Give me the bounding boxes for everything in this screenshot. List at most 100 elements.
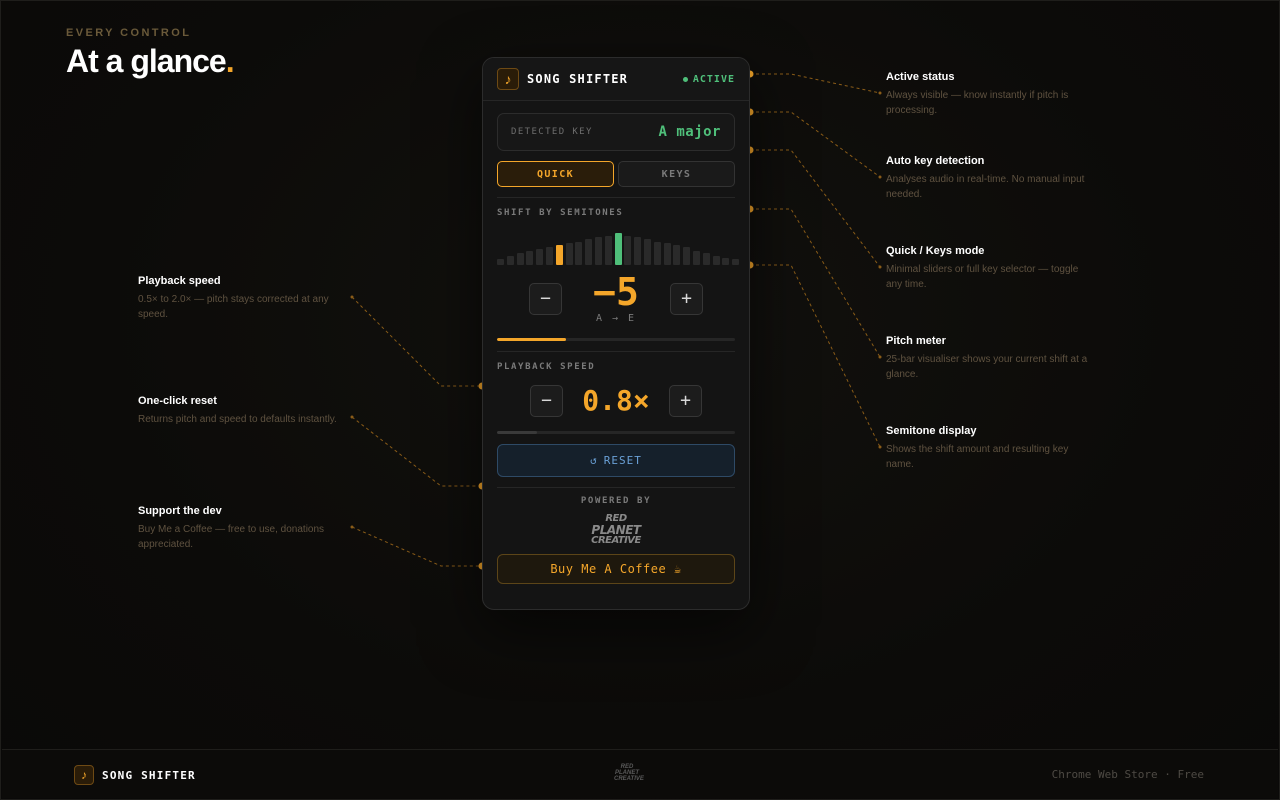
tab-quick[interactable]: QUICK [497, 161, 614, 187]
callout-desc: Minimal sliders or full key selector — t… [886, 264, 1079, 290]
semitone-stepper: − −5 A → E + [497, 273, 735, 324]
pitch-meter-bar [555, 245, 563, 265]
pitch-meter-bar [546, 247, 553, 265]
shift-section-label: SHIFT BY SEMITONES [497, 208, 624, 218]
callout-playback-speed: Playback speed 0.5× to 2.0× — pitch stay… [138, 275, 343, 322]
pitch-meter-bar [702, 253, 710, 265]
pitch-meter-bar [585, 239, 593, 265]
speed-slider-fill [497, 431, 538, 434]
pitch-meter-bar [624, 236, 632, 265]
callout-title: Support the dev [138, 505, 222, 517]
reset-button[interactable]: ↺ RESET [497, 444, 735, 477]
page-title: At a glance. [66, 43, 235, 80]
pitch-meter-bar [693, 251, 700, 265]
callout-semitone-display: Semitone display Shows the shift amount … [886, 425, 1091, 472]
red-planet-creative-logo[interactable]: RED PLANET CREATIVE [586, 514, 646, 546]
logo-line: CREATIVE [591, 535, 641, 546]
footer-brand: ♪ SONG SHIFTER [74, 765, 196, 785]
pitch-meter-bar [653, 242, 661, 265]
pitch-meter-bar [536, 249, 544, 265]
callout-auto-key-detection: Auto key detection Analyses audio in rea… [886, 155, 1091, 202]
callout-title: Active status [886, 71, 955, 83]
section-eyebrow: EVERY CONTROL [66, 27, 192, 39]
callout-desc: Shows the shift amount and resulting key… [886, 444, 1069, 470]
powered-by-label: POWERED BY [580, 496, 652, 506]
pitch-meter-bar [575, 242, 583, 265]
headline-text: At a glance [66, 43, 227, 79]
speed-slider[interactable] [497, 431, 735, 434]
speed-stepper: − 0.8× + [497, 384, 735, 417]
divider [497, 351, 735, 352]
callout-title: Semitone display [886, 425, 977, 437]
extension-panel: ♪ SONG SHIFTER ACTIVE DETECTED KEY A maj… [482, 57, 750, 610]
chrome-web-store-link[interactable]: Chrome Web Store · Free [1052, 768, 1204, 781]
callout-pitch-meter: Pitch meter 25-bar visualiser shows your… [886, 335, 1091, 382]
status-dot-icon [682, 76, 688, 82]
leader-auto-key [750, 111, 881, 178]
semitone-slider[interactable] [497, 338, 735, 341]
buy-me-a-coffee-button[interactable]: Buy Me A Coffee ☕ [497, 554, 735, 584]
pitch-meter-bar [604, 236, 612, 265]
speed-increase-button[interactable]: + [669, 384, 702, 417]
page-frame: EVERY CONTROL At a glance. Playback spee… [0, 0, 1280, 800]
callout-desc: 25-bar visualiser shows your current shi… [886, 354, 1088, 380]
music-note-icon: ♪ [74, 765, 94, 785]
callout-desc: 0.5× to 2.0× — pitch stays corrected at … [138, 294, 329, 320]
status-text: ACTIVE [692, 73, 735, 85]
semitone-decrease-button[interactable]: − [529, 282, 562, 315]
panel-title: SONG SHIFTER [527, 72, 629, 86]
callout-quick-keys-mode: Quick / Keys mode Minimal sliders or ful… [886, 245, 1091, 292]
detected-key-label: DETECTED KEY [511, 127, 593, 137]
callout-title: One-click reset [138, 395, 217, 407]
pitch-meter-bar [506, 256, 514, 265]
footer-title: SONG SHIFTER [102, 768, 196, 782]
pitch-meter-bar [712, 256, 720, 265]
divider [497, 487, 735, 488]
semitone-value: −5 [593, 270, 639, 314]
callout-title: Quick / Keys mode [886, 245, 985, 257]
reset-icon: ↺ [590, 454, 598, 467]
semitone-increase-button[interactable]: + [670, 282, 703, 315]
pitch-meter-bar [673, 245, 681, 265]
callout-support-dev: Support the dev Buy Me a Coffee — free t… [138, 505, 343, 552]
pitch-meter-bar [595, 237, 602, 265]
music-note-icon: ♪ [497, 68, 519, 90]
mode-tabs: QUICK KEYS [497, 161, 735, 187]
footer-logo: RED PLANET CREATIVE [614, 764, 644, 782]
leader-active-status [750, 73, 881, 94]
leader-playback-speed [351, 296, 482, 387]
semitone-key-change: A → E [595, 313, 637, 324]
callout-active-status: Active status Always visible — know inst… [886, 71, 1091, 118]
panel-header: ♪ SONG SHIFTER ACTIVE [483, 58, 749, 101]
pitch-meter-bar [644, 239, 651, 265]
pitch-meter-bar [614, 233, 622, 265]
tab-keys[interactable]: KEYS [618, 161, 735, 187]
leader-one-click-reset [351, 416, 482, 487]
callout-title: Pitch meter [886, 335, 946, 347]
pitch-meter [497, 233, 740, 265]
pitch-meter-bar [565, 243, 573, 265]
status-badge: ACTIVE [682, 73, 735, 85]
callout-desc: Buy Me a Coffee — free to use, donations… [138, 524, 325, 550]
speed-section-label: PLAYBACK SPEED [497, 362, 596, 372]
callout-title: Auto key detection [886, 155, 985, 167]
leader-quick-keys [750, 149, 881, 268]
leader-semitone-display [750, 264, 881, 448]
speed-decrease-button[interactable]: − [530, 384, 563, 417]
leader-support-dev [351, 526, 482, 567]
divider [497, 197, 735, 198]
headline-dot: . [225, 43, 235, 79]
logo-line: CREATIVE [614, 776, 644, 782]
leader-pitch-meter [750, 208, 881, 358]
footer: ♪ SONG SHIFTER RED PLANET CREATIVE Chrom… [2, 749, 1278, 798]
callout-one-click-reset: One-click reset Returns pitch and speed … [138, 395, 343, 427]
semitone-display: −5 A → E [562, 273, 670, 324]
reset-label: RESET [603, 454, 642, 467]
callout-desc: Analyses audio in real-time. No manual i… [886, 174, 1085, 200]
callout-title: Playback speed [138, 275, 221, 287]
pitch-meter-bar [634, 237, 642, 265]
semitone-slider-fill [497, 338, 567, 341]
speed-value: 0.8× [582, 384, 650, 417]
pitch-meter-bar [722, 258, 730, 265]
pitch-meter-bar [663, 243, 671, 265]
